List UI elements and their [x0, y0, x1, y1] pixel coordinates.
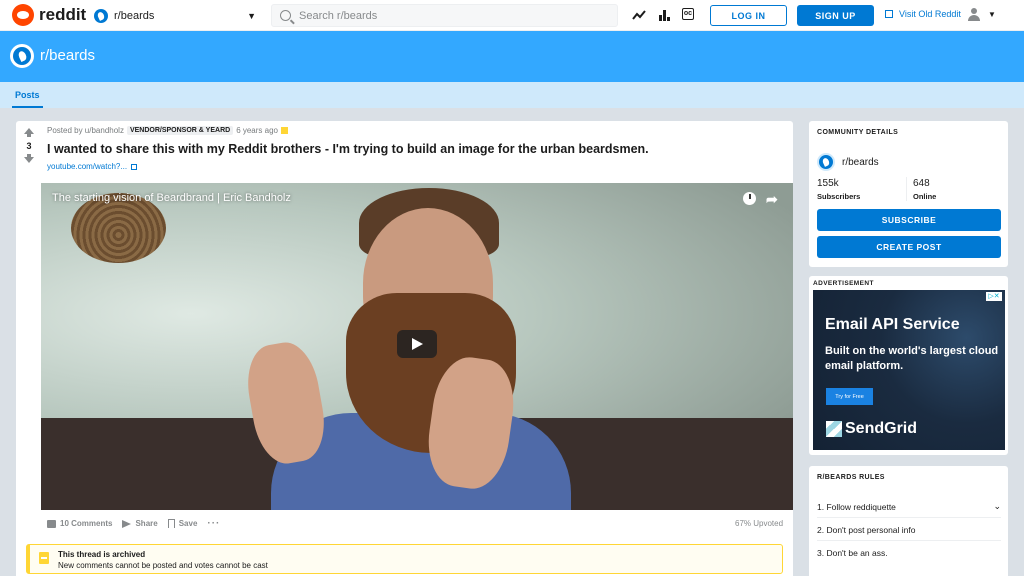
- rule-item[interactable]: 1. Follow reddiquette ⌄: [817, 496, 1001, 518]
- play-button[interactable]: [397, 330, 437, 358]
- video-player[interactable]: The starting vision of Beardbrand | Eric…: [41, 183, 793, 510]
- reddit-logo[interactable]: reddit: [12, 4, 86, 26]
- posted-by[interactable]: Posted by u/bandholz: [47, 126, 124, 135]
- share-button[interactable]: Share: [122, 519, 158, 528]
- post-title[interactable]: I wanted to share this with my Reddit br…: [47, 142, 649, 156]
- rule-label: 3. Don't be an ass.: [817, 548, 888, 558]
- vote-column: 3: [16, 121, 42, 163]
- subscribe-button[interactable]: SUBSCRIBE: [817, 209, 1001, 231]
- post-link[interactable]: youtube.com/watch?...: [47, 162, 138, 171]
- reddit-wordmark: reddit: [39, 5, 87, 24]
- stat-divider: [906, 177, 907, 201]
- rule-item[interactable]: 3. Don't be an ass.: [817, 542, 1001, 564]
- comments-label: 10 Comments: [60, 519, 113, 528]
- login-button[interactable]: LOG IN: [710, 5, 787, 26]
- post-card: 3 Posted by u/bandholz VENDOR/SPONSOR & …: [16, 121, 793, 576]
- rule-item[interactable]: 2. Don't post personal info: [817, 519, 1001, 541]
- user-menu[interactable]: ▼: [968, 8, 996, 21]
- user-icon: [968, 8, 980, 21]
- upvote-icon[interactable]: [24, 128, 34, 137]
- advertisement-banner[interactable]: ▷✕ Email API Service Built on the world'…: [813, 290, 1005, 450]
- video-title[interactable]: The starting vision of Beardbrand | Eric…: [52, 192, 291, 204]
- post-actions: 10 Comments Share Save ···: [47, 518, 220, 529]
- rule-label: 1. Follow reddiquette: [817, 501, 896, 512]
- subreddit-icon[interactable]: [817, 153, 835, 171]
- chevron-down-icon[interactable]: ⌄: [993, 501, 1001, 512]
- subreddit-selector-label: r/beards: [114, 10, 155, 22]
- more-options-button[interactable]: ···: [207, 518, 220, 529]
- sendgrid-logo-icon: [826, 421, 842, 437]
- ad-subtext: Built on the world's largest cloud email…: [825, 345, 999, 372]
- rules-heading: R/BEARDS RULES: [817, 474, 885, 481]
- subscribers-count: 155k: [817, 178, 839, 189]
- online-label: Online: [913, 192, 937, 201]
- chat-icon[interactable]: oc: [682, 8, 694, 20]
- subreddit-icon: [94, 9, 108, 23]
- archived-icon: [281, 127, 288, 134]
- archived-text: New comments cannot be posted and votes …: [58, 561, 268, 570]
- downvote-icon[interactable]: [24, 154, 34, 163]
- visit-old-reddit-label: Visit Old Reddit: [899, 9, 961, 19]
- external-link-icon: [131, 163, 138, 170]
- post-link-text: youtube.com/watch?...: [47, 162, 128, 171]
- chevron-down-icon: ▼: [247, 11, 256, 21]
- search-icon: [280, 10, 291, 21]
- advertisement-card: ADVERTISEMENT ▷✕ Email API Service Built…: [809, 276, 1008, 455]
- archive-icon: [39, 552, 49, 564]
- advertisement-label: ADVERTISEMENT: [813, 280, 874, 287]
- stats-icon[interactable]: [657, 8, 671, 22]
- share-label: Share: [135, 519, 158, 528]
- bookmark-icon: [167, 519, 175, 528]
- chevron-down-icon: ▼: [988, 10, 996, 19]
- community-details-heading: COMMUNITY DETAILS: [817, 129, 899, 136]
- archived-title: This thread is archived: [58, 550, 146, 559]
- rule-label: 2. Don't post personal info: [817, 524, 916, 535]
- subreddit-icon: [10, 44, 34, 68]
- watch-later-icon[interactable]: [743, 192, 756, 205]
- ad-brand-name: SendGrid: [845, 420, 918, 437]
- search-input[interactable]: [299, 9, 599, 22]
- visit-old-reddit-link[interactable]: Visit Old Reddit: [885, 9, 961, 19]
- subreddit-banner: r/beards: [0, 31, 1024, 82]
- comment-icon: [47, 519, 56, 528]
- post-meta: Posted by u/bandholz VENDOR/SPONSOR & YE…: [47, 126, 288, 135]
- upvote-ratio: 67% Upvoted: [735, 519, 784, 528]
- trending-icon[interactable]: [632, 8, 646, 22]
- subreddit-tabs: Posts: [0, 82, 1024, 108]
- tab-posts[interactable]: Posts: [12, 82, 43, 108]
- archived-notice: This thread is archived New comments can…: [26, 544, 783, 574]
- user-flair: VENDOR/SPONSOR & YEARD: [126, 126, 234, 135]
- ad-cta-button[interactable]: Try for Free: [826, 388, 873, 405]
- ad-choices-icon[interactable]: ▷✕: [986, 292, 1002, 301]
- subscribers-stat: 155k Subscribers: [817, 178, 860, 201]
- online-count: 648: [913, 178, 930, 189]
- vote-count: 3: [26, 141, 32, 151]
- subreddit-selector[interactable]: r/beards ▼: [94, 7, 256, 25]
- external-link-icon: [885, 10, 893, 18]
- community-name[interactable]: r/beards: [842, 157, 879, 168]
- save-label: Save: [178, 519, 198, 528]
- rules-card: R/BEARDS RULES 1. Follow reddiquette ⌄ 2…: [809, 466, 1008, 576]
- subreddit-title: r/beards: [40, 47, 96, 64]
- post-age[interactable]: 6 years ago: [236, 126, 278, 135]
- community-details-card: COMMUNITY DETAILS r/beards 155k Subscrib…: [809, 121, 1008, 267]
- search-bar[interactable]: [271, 4, 618, 27]
- signup-button[interactable]: SIGN UP: [797, 5, 874, 26]
- ad-brand-logo: SendGrid: [826, 420, 917, 438]
- subscribers-label: Subscribers: [817, 192, 861, 201]
- ad-headline: Email API Service: [825, 316, 960, 333]
- share-icon: [122, 519, 132, 528]
- share-arrow-icon[interactable]: ➦: [766, 191, 778, 208]
- online-stat: 648 Online: [913, 178, 936, 201]
- save-button[interactable]: Save: [167, 519, 198, 528]
- top-navigation-bar: reddit r/beards ▼ oc LOG IN SIGN UP Visi…: [0, 0, 1024, 31]
- reddit-logo-icon: [12, 4, 34, 26]
- create-post-button[interactable]: CREATE POST: [817, 236, 1001, 258]
- comments-button[interactable]: 10 Comments: [47, 519, 112, 528]
